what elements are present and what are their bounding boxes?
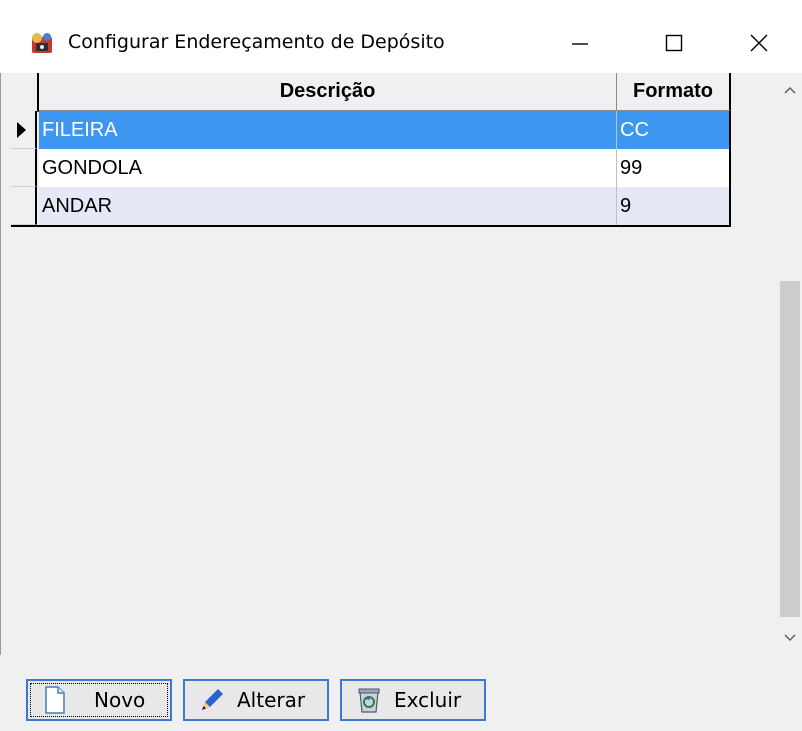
chevron-up-icon (784, 86, 796, 94)
scroll-thumb[interactable] (780, 281, 800, 617)
table-row[interactable]: GONDOLA 99 (11, 149, 731, 187)
novo-button[interactable]: Novo (26, 679, 172, 721)
recycle-bin-icon (354, 685, 384, 715)
column-header-descricao[interactable]: Descrição (39, 73, 617, 111)
column-header-formato[interactable]: Formato (617, 73, 731, 111)
cell-descricao[interactable]: ANDAR (39, 187, 617, 225)
minimize-button[interactable] (536, 14, 624, 72)
table-row[interactable]: FILEIRA CC (11, 111, 731, 149)
scroll-up-button[interactable] (778, 75, 802, 105)
maximize-button[interactable] (630, 14, 718, 72)
table-row[interactable]: ANDAR 9 (11, 187, 731, 225)
app-icon (28, 29, 56, 57)
window: Configurar Endereçamento de Depósito Des… (0, 0, 802, 731)
grid-bottom-border (11, 225, 731, 227)
excluir-button[interactable]: Excluir (340, 679, 486, 721)
row-indicator-header (11, 73, 39, 112)
close-icon (750, 34, 768, 52)
vertical-scrollbar[interactable] (778, 73, 802, 655)
window-title: Configurar Endereçamento de Depósito (68, 31, 445, 53)
current-row-indicator (11, 111, 37, 149)
title-bar[interactable]: Configurar Endereçamento de Depósito (0, 0, 802, 73)
novo-label: Novo (94, 688, 146, 712)
close-button[interactable] (716, 14, 802, 72)
chevron-down-icon (784, 634, 796, 642)
alterar-button[interactable]: Alterar (183, 679, 329, 721)
minimize-icon (572, 43, 588, 45)
maximize-icon (665, 34, 683, 52)
cell-formato[interactable]: 9 (617, 187, 731, 225)
row-indicator (11, 149, 37, 187)
cell-formato[interactable]: 99 (617, 149, 731, 187)
cell-descricao[interactable]: GONDOLA (39, 149, 617, 187)
pen-icon (197, 685, 227, 715)
grid-header: Descrição Formato (11, 73, 731, 112)
new-document-icon (40, 685, 70, 715)
data-grid-area: Descrição Formato FILEIRA CC GONDOLA 99 … (0, 73, 779, 655)
row-indicator (11, 187, 37, 225)
scroll-down-button[interactable] (778, 623, 802, 653)
cell-formato[interactable]: CC (617, 111, 731, 149)
alterar-label: Alterar (237, 688, 306, 712)
excluir-label: Excluir (394, 688, 462, 712)
cell-descricao[interactable]: FILEIRA (39, 111, 617, 149)
button-bar: Novo Alterar Excluir (0, 655, 802, 731)
